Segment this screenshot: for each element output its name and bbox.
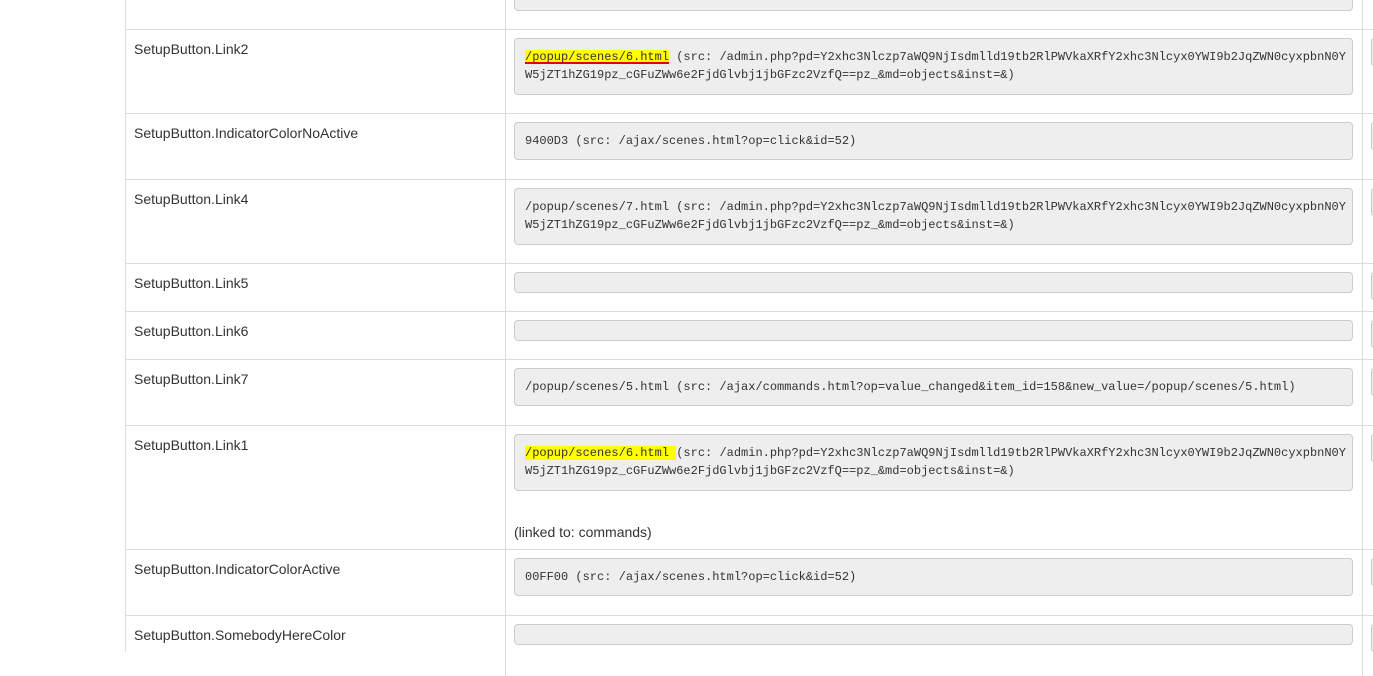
highlighted-link[interactable]: /popup/scenes/6.html (525, 50, 670, 64)
table-row: SetupButton.SomebodyHereColor (126, 616, 1373, 676)
value-field[interactable]: /popup/scenes/6.html (src: /admin.php?pd… (514, 434, 1353, 491)
value-cell (505, 0, 1363, 29)
property-name: SetupButton.Link1 (134, 437, 249, 453)
properties-table: SetupButton.Link2 /popup/scenes/6.html (… (125, 0, 1373, 676)
value-field[interactable]: /popup/scenes/6.html (src: /admin.php?pd… (514, 38, 1353, 95)
table-row: SetupButton.Link4 /popup/scenes/7.html (… (126, 180, 1373, 264)
table-row: SetupButton.Link5 (126, 264, 1373, 312)
table-row: SetupButton.Link2 /popup/scenes/6.html (… (126, 30, 1373, 114)
action-cell (1362, 30, 1373, 113)
action-cell (1362, 616, 1373, 676)
action-cell (1362, 0, 1373, 29)
highlighted-link[interactable]: /popup/scenes/6.html (525, 446, 677, 460)
property-name: SetupButton.IndicatorColorNoActive (134, 125, 359, 141)
property-name: SetupButton.Link6 (134, 323, 249, 339)
value-cell: 00FF00 (src: /ajax/scenes.html?op=click&… (505, 550, 1363, 615)
table-row: SetupButton.IndicatorColorNoActive 9400D… (126, 114, 1373, 180)
action-cell (1362, 312, 1373, 359)
property-name: SetupButton.Link5 (134, 275, 249, 291)
action-cell (1362, 180, 1373, 263)
value-cell (505, 264, 1363, 311)
value-cell: /popup/scenes/5.html (src: /ajax/command… (505, 360, 1363, 425)
value-field[interactable]: /popup/scenes/5.html (src: /ajax/command… (514, 368, 1353, 406)
value-field[interactable] (514, 624, 1353, 645)
action-cell (1362, 264, 1373, 311)
property-name: SetupButton.IndicatorColorActive (134, 561, 341, 577)
property-name: SetupButton.Link4 (134, 191, 249, 207)
value-cell (505, 616, 1363, 676)
value-field[interactable] (514, 0, 1353, 11)
property-name: SetupButton.SomebodyHereColor (134, 627, 346, 643)
value-field[interactable] (514, 272, 1353, 293)
table-row: SetupButton.Link6 (126, 312, 1373, 360)
action-cell (1362, 360, 1373, 425)
value-field[interactable]: 9400D3 (src: /ajax/scenes.html?op=click&… (514, 122, 1353, 160)
property-name: SetupButton.Link7 (134, 371, 249, 387)
table-row: SetupButton.IndicatorColorActive 00FF00 … (126, 550, 1373, 616)
value-field[interactable] (514, 320, 1353, 341)
value-cell: /popup/scenes/6.html (src: /admin.php?pd… (505, 30, 1363, 113)
action-cell (1362, 550, 1373, 615)
value-field[interactable]: 00FF00 (src: /ajax/scenes.html?op=click&… (514, 558, 1353, 596)
linked-to-label: (linked to: commands) (514, 524, 652, 540)
table-row: SetupButton.Link7 /popup/scenes/5.html (… (126, 360, 1373, 426)
value-field[interactable]: /popup/scenes/7.html (src: /admin.php?pd… (514, 188, 1353, 245)
table-row: SetupButton.Link1 /popup/scenes/6.html (… (126, 426, 1373, 550)
value-cell (505, 312, 1363, 359)
action-cell (1362, 426, 1373, 549)
action-cell (1362, 114, 1373, 179)
value-cell: 9400D3 (src: /ajax/scenes.html?op=click&… (505, 114, 1363, 179)
table-row (126, 0, 1373, 30)
value-cell: /popup/scenes/6.html (src: /admin.php?pd… (505, 426, 1363, 549)
property-name: SetupButton.Link2 (134, 41, 249, 57)
value-cell: /popup/scenes/7.html (src: /admin.php?pd… (505, 180, 1363, 263)
